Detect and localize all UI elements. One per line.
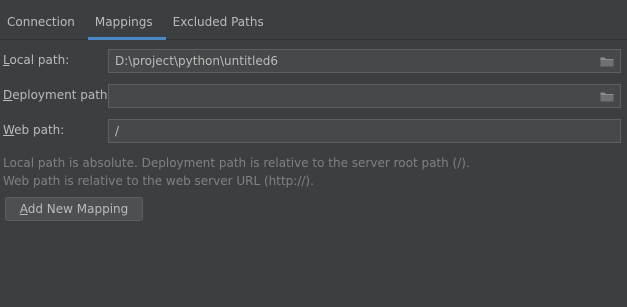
local-path-row: Local path: D:\project\python\untitled6 — [3, 49, 621, 73]
tab-excluded-paths[interactable]: Excluded Paths — [166, 0, 277, 39]
hint-line-1: Local path is absolute. Deployment path … — [3, 156, 470, 170]
web-path-value: / — [115, 124, 120, 138]
web-path-field[interactable]: / — [108, 119, 621, 143]
web-path-label: Web path: — [3, 123, 65, 137]
tab-bar: Connection Mappings Excluded Paths — [0, 0, 627, 40]
web-path-row: Web path: / — [3, 119, 621, 143]
local-path-field[interactable]: D:\project\python\untitled6 — [108, 49, 621, 73]
tab-mappings[interactable]: Mappings — [87, 0, 166, 40]
tab-connection[interactable]: Connection — [0, 0, 88, 39]
folder-icon[interactable] — [600, 91, 614, 102]
hint-line-2: Web path is relative to the web server U… — [3, 174, 314, 188]
deployment-path-label: Deployment path: — [3, 88, 112, 102]
mappings-form: Local path: D:\project\python\untitled6 … — [0, 40, 627, 307]
local-path-value: D:\project\python\untitled6 — [115, 54, 278, 68]
folder-icon[interactable] — [600, 56, 614, 67]
deployment-path-row: Deployment path: — [3, 84, 621, 108]
local-path-label: Local path: — [3, 53, 70, 67]
deployment-path-field[interactable] — [108, 84, 621, 108]
add-new-mapping-button[interactable]: Add New Mapping — [5, 197, 143, 221]
